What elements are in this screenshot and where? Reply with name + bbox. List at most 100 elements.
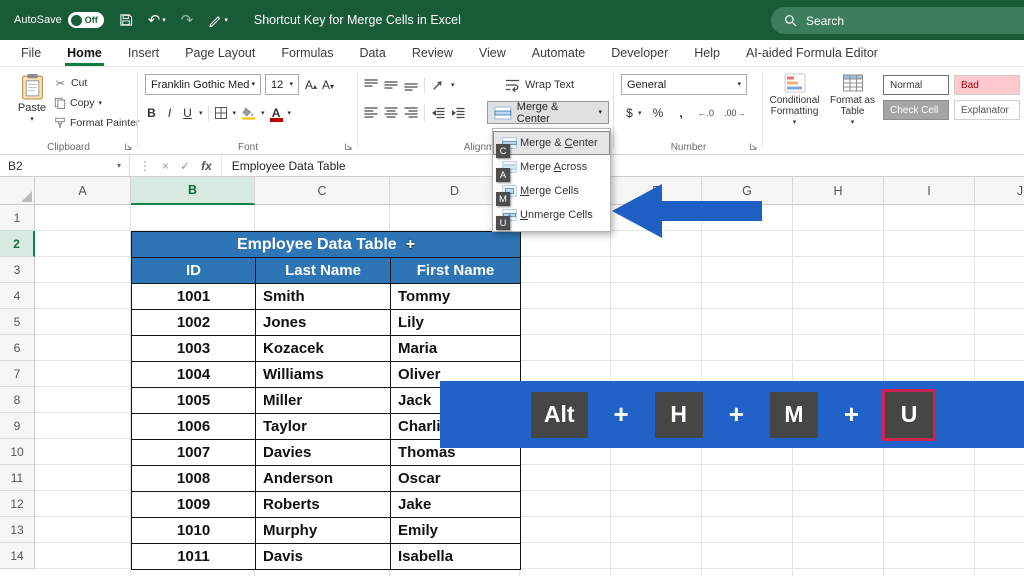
spreadsheet-grid[interactable]: ABCDEFGHIJ1234567891011121314Employee Da… <box>0 177 1024 576</box>
tab-file[interactable]: File <box>8 40 54 66</box>
comma-style-button[interactable]: , <box>675 106 688 120</box>
dialog-launcher-icon[interactable] <box>124 142 133 151</box>
table-cell[interactable]: 1007 <box>132 440 256 466</box>
menu-item-merge-across[interactable]: AMerge Across <box>493 155 610 179</box>
paste-button[interactable]: Paste ▾ <box>10 73 54 123</box>
tab-automate[interactable]: Automate <box>519 40 599 66</box>
tab-review[interactable]: Review <box>399 40 466 66</box>
cell-style-check-cell[interactable]: Check Cell <box>883 100 949 120</box>
percent-button[interactable]: % <box>652 106 665 120</box>
cell-style-explanator[interactable]: Explanator <box>954 100 1020 120</box>
decrease-decimal-button[interactable]: .00→ <box>724 108 746 118</box>
table-cell[interactable]: 1001 <box>132 284 256 310</box>
tab-ai-aided-formula-editor[interactable]: AI-aided Formula Editor <box>733 40 891 66</box>
tab-view[interactable]: View <box>466 40 519 66</box>
copy-button[interactable]: Copy▾ <box>54 93 139 113</box>
select-all-button[interactable] <box>0 177 35 205</box>
table-cell[interactable]: Oscar <box>391 466 521 492</box>
tab-page-layout[interactable]: Page Layout <box>172 40 268 66</box>
row-header-4[interactable]: 4 <box>0 283 35 309</box>
font-name-select[interactable]: Franklin Gothic Med▾ <box>145 74 261 95</box>
undo-button[interactable]: ↶▾ <box>148 13 166 28</box>
tab-data[interactable]: Data <box>346 40 398 66</box>
tab-home[interactable]: Home <box>54 40 115 66</box>
row-header-3[interactable]: 3 <box>0 257 35 283</box>
table-cell[interactable]: 1010 <box>132 518 256 544</box>
table-cell[interactable]: 1008 <box>132 466 256 492</box>
table-cell[interactable]: Davis <box>256 544 391 570</box>
tab-insert[interactable]: Insert <box>115 40 172 66</box>
cell-style-bad[interactable]: Bad <box>954 75 1020 95</box>
menu-item-unmerge-cells[interactable]: UUnmerge Cells <box>493 203 610 227</box>
redo-button[interactable]: ↷ <box>181 13 194 28</box>
table-cell[interactable]: 1011 <box>132 544 256 570</box>
row-header-10[interactable]: 10 <box>0 439 35 465</box>
table-cell[interactable]: Davies <box>256 440 391 466</box>
table-cell[interactable]: Jones <box>256 310 391 336</box>
table-cell[interactable]: Anderson <box>256 466 391 492</box>
row-header-12[interactable]: 12 <box>0 491 35 517</box>
align-middle-button[interactable] <box>384 78 398 92</box>
column-header-J[interactable]: J <box>975 177 1024 205</box>
autosave-toggle[interactable]: AutoSave Off <box>14 12 104 28</box>
row-header-7[interactable]: 7 <box>0 361 35 387</box>
increase-indent-button[interactable] <box>451 106 465 120</box>
tab-formulas[interactable]: Formulas <box>268 40 346 66</box>
cell-style-normal[interactable]: Normal <box>883 75 949 95</box>
search-input[interactable]: Search <box>771 7 1024 34</box>
table-cell[interactable]: Murphy <box>256 518 391 544</box>
row-header-5[interactable]: 5 <box>0 309 35 335</box>
cut-button[interactable]: ✂Cut <box>54 73 139 93</box>
font-size-select[interactable]: 12▾ <box>265 74 299 95</box>
name-box[interactable]: B2 ▾ <box>0 155 130 176</box>
italic-button[interactable]: I <box>163 106 176 120</box>
shrink-font-button[interactable]: A▾ <box>322 78 334 92</box>
table-cell[interactable]: 1009 <box>132 492 256 518</box>
wrap-text-button[interactable]: Wrap Text <box>505 74 574 96</box>
table-cell[interactable]: 1004 <box>132 362 256 388</box>
increase-decimal-button[interactable]: ←.0 <box>698 108 715 118</box>
bold-button[interactable]: B <box>145 106 158 120</box>
table-cell[interactable]: 1005 <box>132 388 256 414</box>
insert-function-button[interactable]: fx <box>201 159 212 173</box>
merge-center-button[interactable]: Merge & Center ▾ <box>487 101 609 124</box>
row-header-1[interactable]: 1 <box>0 205 35 231</box>
column-header-C[interactable]: C <box>255 177 390 205</box>
grow-font-button[interactable]: A▴ <box>305 78 317 92</box>
table-cell[interactable]: Miller <box>256 388 391 414</box>
row-header-6[interactable]: 6 <box>0 335 35 361</box>
row-header-2[interactable]: 2 <box>0 231 35 257</box>
table-cell[interactable]: Kozacek <box>256 336 391 362</box>
table-header-cell[interactable]: Last Name <box>256 258 391 284</box>
font-color-button[interactable]: A <box>270 106 283 120</box>
borders-button[interactable] <box>214 106 228 120</box>
table-header-cell[interactable]: ID <box>132 258 256 284</box>
table-cell[interactable]: Williams <box>256 362 391 388</box>
enter-icon[interactable]: ✓ <box>180 159 190 173</box>
table-cell[interactable]: Roberts <box>256 492 391 518</box>
table-cell[interactable]: 1003 <box>132 336 256 362</box>
currency-button[interactable]: $ <box>623 106 636 120</box>
row-header-11[interactable]: 11 <box>0 465 35 491</box>
drag-handle-icon[interactable]: ⋮ <box>139 159 151 173</box>
table-cell[interactable]: Smith <box>256 284 391 310</box>
save-button[interactable] <box>119 13 133 27</box>
pen-mode-button[interactable]: ▾ <box>208 13 228 27</box>
fill-color-button[interactable] <box>241 106 256 120</box>
table-cell[interactable]: 1006 <box>132 414 256 440</box>
table-cell[interactable]: 1002 <box>132 310 256 336</box>
table-cell[interactable]: Isabella <box>391 544 521 570</box>
cancel-icon[interactable]: × <box>162 159 169 173</box>
table-cell[interactable]: Emily <box>391 518 521 544</box>
table-cell[interactable]: Tommy <box>391 284 521 310</box>
table-cell[interactable]: Lily <box>391 310 521 336</box>
align-right-button[interactable] <box>404 106 418 120</box>
column-header-I[interactable]: I <box>884 177 975 205</box>
align-left-button[interactable] <box>364 106 378 120</box>
decrease-indent-button[interactable] <box>431 106 445 120</box>
table-cell[interactable]: Jake <box>391 492 521 518</box>
menu-item-merge-cells[interactable]: MMerge Cells <box>493 179 610 203</box>
row-header-9[interactable]: 9 <box>0 413 35 439</box>
format-painter-button[interactable]: Format Painter <box>54 113 139 133</box>
table-cell[interactable]: Maria <box>391 336 521 362</box>
